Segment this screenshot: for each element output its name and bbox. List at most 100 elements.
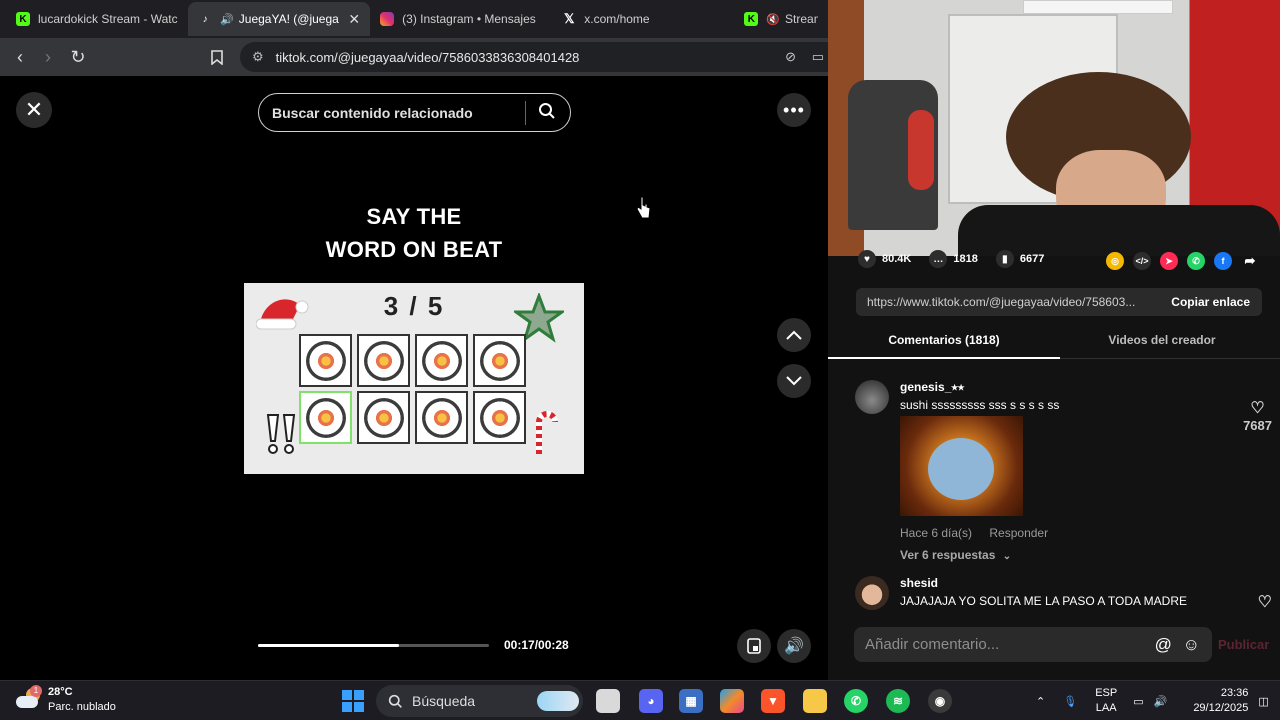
previous-video-icon[interactable] [777,318,811,352]
search-icon[interactable] [538,102,556,123]
network-icon[interactable]: ▭ [1133,695,1143,708]
clock[interactable]: 23:36 29/12/2025 [1193,686,1248,716]
emoji-icon[interactable]: ☺ [1183,635,1200,654]
task-view-icon[interactable] [596,689,620,713]
add-comment-input[interactable]: Añadir comentario... @ ☺ [854,627,1212,662]
volume-icon[interactable]: 🔊 [777,629,811,663]
send-icon[interactable]: ➤ [1160,252,1178,270]
view-replies-button[interactable]: Ver 6 respuestas ⌄ [900,548,1011,562]
close-tab-icon[interactable]: ✕ [348,11,360,28]
avatar[interactable] [855,380,889,414]
file-explorer-icon[interactable] [803,689,827,713]
sushi-cell [357,391,410,444]
embed-icon[interactable]: </> [1133,252,1151,270]
comment-like[interactable]: ♡ 7687 [1243,398,1272,433]
more-options-icon[interactable]: ••• [777,93,811,127]
back-icon[interactable]: ‹ [6,43,34,71]
sushi-icon [479,397,520,438]
system-tray: ⌃ 🎙 ESP LAA ▭ 🔊 23:36 29/12/2025 ◫ [1036,681,1269,720]
copilot-icon[interactable] [720,689,744,713]
video-caption: SAY THE WORD ON BEAT [244,200,584,266]
sushi-cell [473,334,526,387]
tab-instagram[interactable]: (3) Instagram • Mensajes [370,2,552,36]
discord-icon[interactable]: ◕ [639,689,663,713]
bookmark-icon[interactable] [203,43,231,71]
close-icon[interactable]: ✕ [16,92,52,128]
tab-label: (3) Instagram • Mensajes [402,12,536,26]
comment-like[interactable]: ♡ [1258,592,1272,612]
windows-start-icon[interactable] [341,689,365,713]
guitar [908,110,934,190]
microphone-icon[interactable]: 🎙 [1063,695,1077,708]
language-indicator[interactable]: ESP LAA [1095,686,1117,716]
search-highlight-icon [537,691,579,711]
whatsapp-icon[interactable]: ✆ [1187,252,1205,270]
avatar[interactable] [855,576,889,610]
copy-link-button[interactable]: Copiar enlace [1171,295,1250,309]
video-progress-bar[interactable] [258,644,489,647]
brave-browser-icon[interactable]: ▼ [761,689,785,713]
repost-icon[interactable]: ◎ [1106,252,1124,270]
caption-line-1: SAY THE [366,204,462,229]
sushi-icon [305,340,346,381]
volume-icon[interactable]: 🔊 [1154,695,1168,708]
sushi-cell [357,334,410,387]
facebook-icon[interactable]: f [1214,252,1232,270]
clock-time: 23:36 [1220,687,1249,699]
comment-item: shesid JAJAJAJA YO SOLITA ME LA PASO A T… [855,576,1280,612]
video-player[interactable]: Buscar contenido relacionado SAY THE WOR… [244,76,584,680]
chevron-up-icon[interactable]: ⌃ [1036,695,1045,708]
tab-tiktok[interactable]: ♪ 🔊 JuegaYA! (@juegaya ✕ [188,2,371,36]
comment-input-icons: @ ☺ [1155,635,1200,655]
site-settings-icon[interactable]: ⚙ [252,49,264,65]
speaker-icon[interactable]: 🔊 [220,13,234,26]
muted-speaker-icon[interactable]: 🔇 [766,13,780,26]
reload-icon[interactable]: ↻ [64,43,92,71]
comment-icon: … [929,250,948,268]
tab-comments[interactable]: Comentarios (1818) [828,324,1060,358]
keyboard-layout: LAA [1095,702,1117,714]
comment-count: 1818 [953,253,978,265]
sushi-cell [415,391,468,444]
tab-creator-videos[interactable]: Videos del creador [1060,324,1264,358]
weather-widget[interactable]: 1 28°C Parc. nublado [16,685,116,715]
tab-kick-stream-2[interactable]: K 🔇 Stream - I [734,2,828,36]
pip-icon[interactable] [737,629,771,663]
url-field[interactable]: ⚙ tiktok.com/@juegayaa/video/75860338363… [240,42,828,72]
next-video-icon[interactable] [777,364,811,398]
sushi-cell-active [299,391,352,444]
related-search-input[interactable]: Buscar contenido relacionado [258,93,571,132]
tab-label: Stream - I [785,12,818,26]
side-tabs: Comentarios (1818) Videos del creador [828,324,1280,359]
store-icon[interactable]: ▦ [679,689,703,713]
view-replies-label: Ver 6 respuestas [900,548,996,562]
cast-icon[interactable]: ▭ [812,49,824,65]
sushi-cell [415,334,468,387]
mention-icon[interactable]: @ [1155,635,1172,654]
tab-kick-stream[interactable]: K lucardokick Stream - Watch [6,2,188,36]
browser-tabbar: K lucardokick Stream - Watch ♪ 🔊 JuegaYA… [0,0,828,38]
tab-x[interactable]: 𝕏 x.com/home [552,2,734,36]
taskbar-search-label: Búsqueda [412,693,476,709]
temperature: 28°C [48,686,73,698]
save-stat[interactable]: ▮ 6677 [995,250,1044,268]
comment-username[interactable]: genesis_⭑⭑ [900,380,964,395]
notification-badge: 1 [30,685,42,697]
comment-stat[interactable]: … 1818 [929,250,978,268]
notifications-icon[interactable]: ◫ [1258,695,1268,708]
taskbar-search[interactable]: Búsqueda [376,685,583,717]
publish-button[interactable]: Publicar [1218,637,1269,652]
whatsapp-icon[interactable]: ✆ [844,689,868,713]
spotify-icon[interactable]: ≋ [886,689,910,713]
comment-username[interactable]: shesid [900,576,938,590]
instagram-icon [380,12,395,26]
reply-button[interactable]: Responder [989,526,1048,540]
share-arrow-icon[interactable]: ➦ [1241,252,1259,270]
sushi-icon [363,397,404,438]
webcam-overlay [828,0,1280,256]
comments-panel: ♥ 80.4K … 1818 ▮ 6677 ◎ </> ➤ ✆ f ➦ http… [828,250,1280,680]
forward-icon[interactable]: › [34,43,62,71]
obs-icon[interactable]: ◉ [928,689,952,713]
like-stat[interactable]: ♥ 80.4K [858,250,911,268]
tracking-off-icon[interactable]: ⊘ [785,49,796,65]
